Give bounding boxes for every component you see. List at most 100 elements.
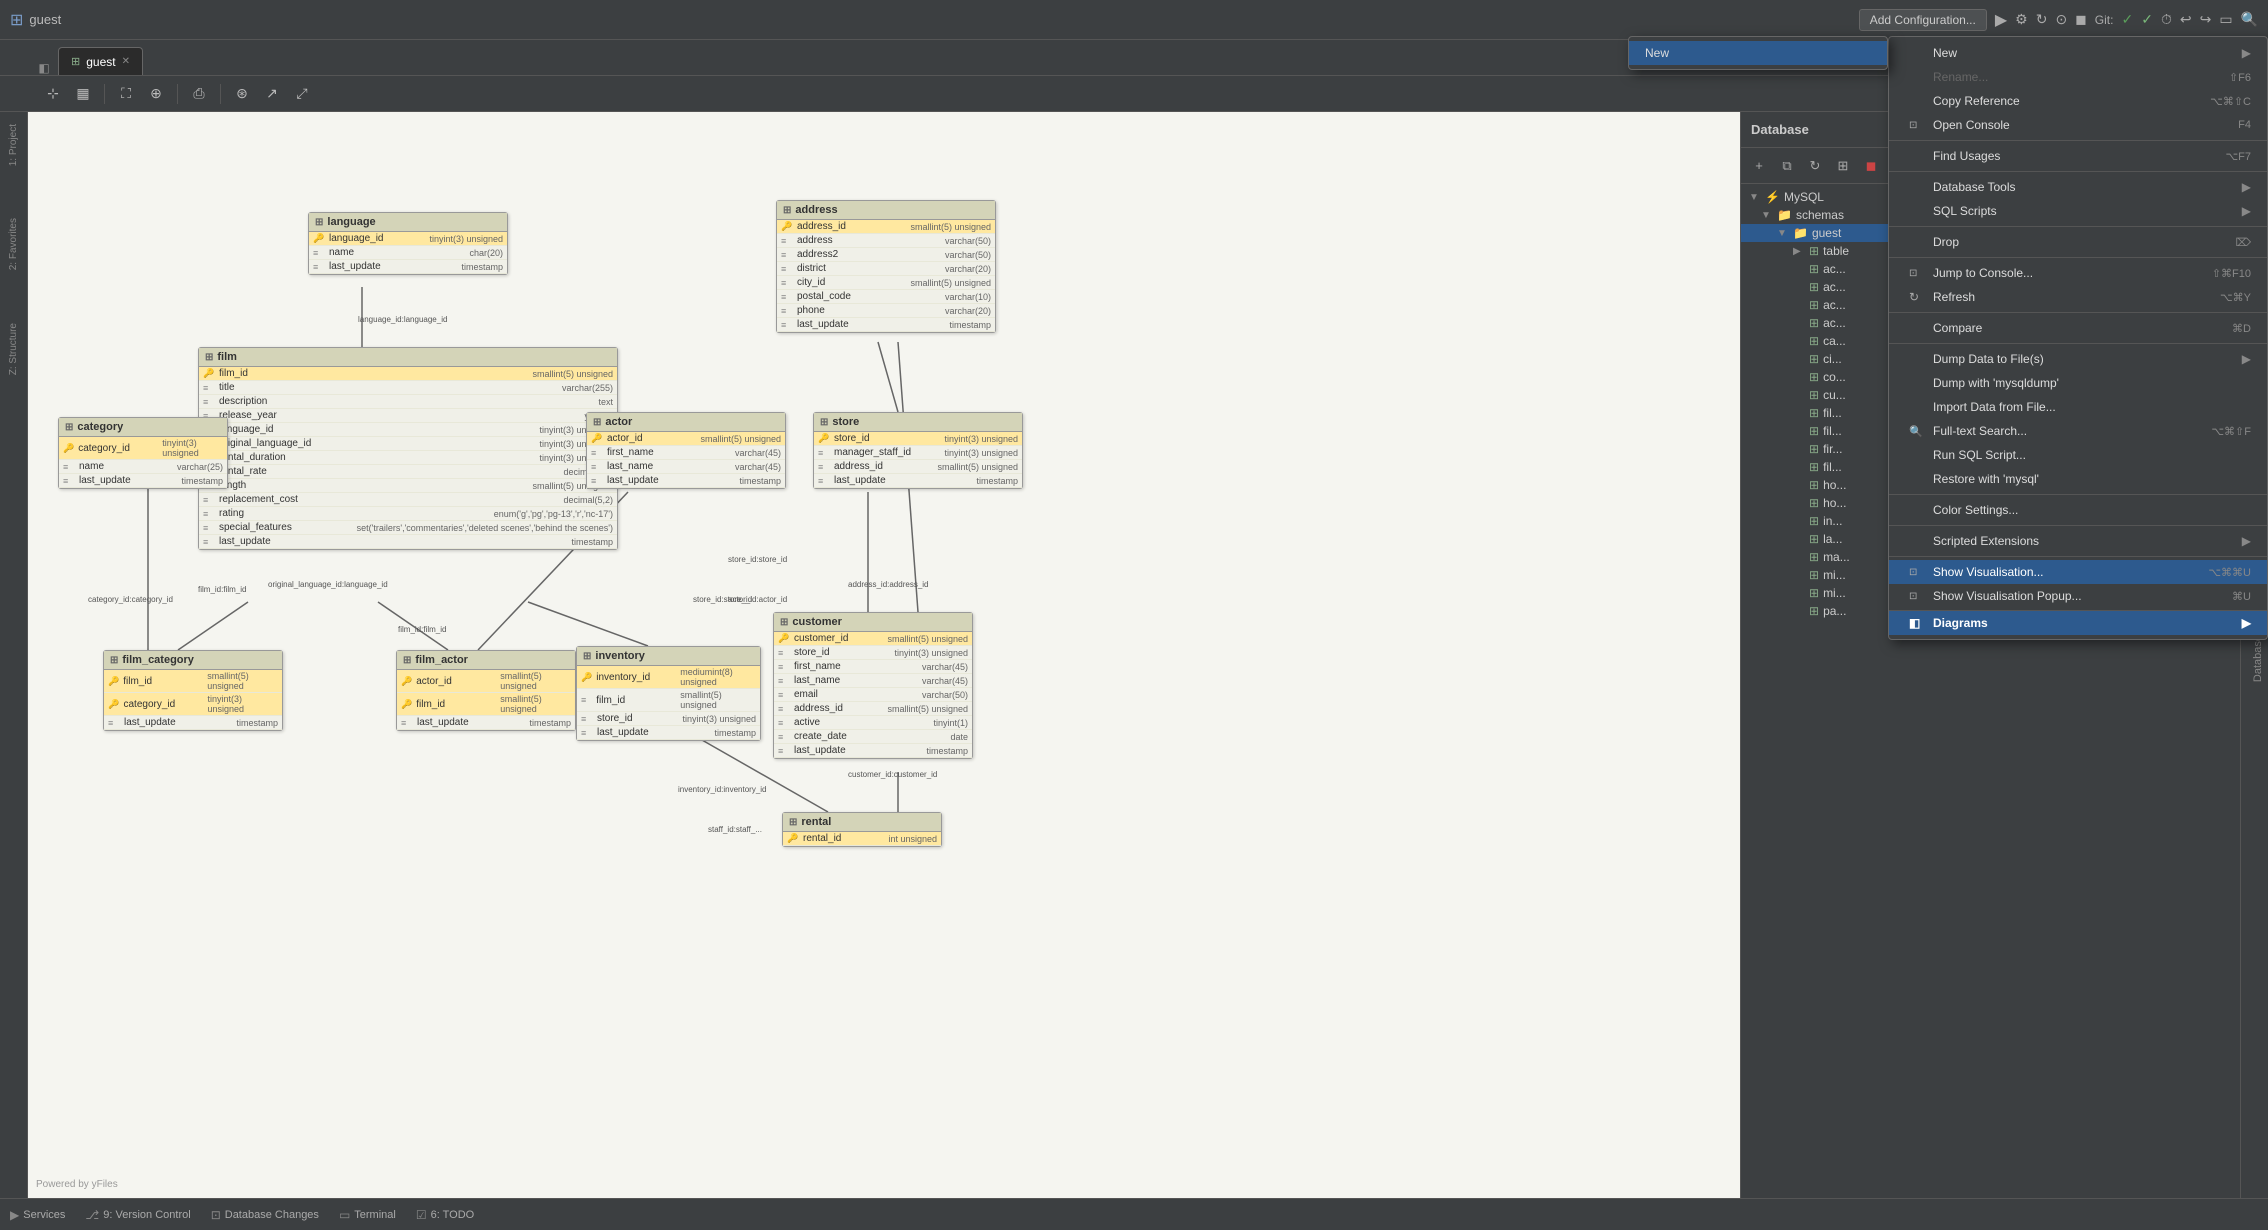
stop-db-button[interactable]: ◼ — [1859, 154, 1883, 178]
ctx-sql-arrow: ▶ — [2242, 204, 2251, 218]
coverage-icon[interactable]: ⊙ — [2055, 11, 2067, 28]
ctx-show-vis-popup-label: Show Visualisation Popup... — [1933, 589, 2082, 603]
terminal-status[interactable]: ▭ Terminal — [339, 1208, 396, 1222]
git-history-icon[interactable]: ⏱ — [2161, 11, 2172, 28]
git-redo-icon[interactable]: ↪ — [2200, 11, 2212, 28]
print-button[interactable]: ⎙ — [186, 81, 212, 107]
new-submenu-new[interactable]: New — [1629, 41, 1887, 65]
ctx-dump-mysqldump[interactable]: Dump with 'mysqldump' — [1889, 371, 2267, 395]
svg-text:inventory_id:inventory_id: inventory_id:inventory_id — [678, 785, 767, 794]
build-icon[interactable]: ⚙ — [2015, 11, 2028, 28]
terminal-status-icon: ▭ — [339, 1208, 350, 1222]
structure-panel-label[interactable]: Z: Structure — [6, 319, 21, 379]
services-label: Services — [23, 1209, 65, 1221]
ctx-compare[interactable]: Compare ⌘D — [1889, 316, 2267, 340]
git-push-icon[interactable]: ✓ — [2141, 11, 2153, 28]
todo-status[interactable]: ☑ 6: TODO — [416, 1208, 474, 1222]
ctx-restore[interactable]: Restore with 'mysql' — [1889, 467, 2267, 491]
ctx-copy-ref-label: Copy Reference — [1933, 94, 2020, 108]
svg-text:language_id:language_id: language_id:language_id — [358, 315, 447, 324]
add-datasource-button[interactable]: + — [1747, 154, 1771, 178]
ctx-color-settings[interactable]: Color Settings... — [1889, 498, 2267, 522]
ctx-run-sql[interactable]: Run SQL Script... — [1889, 443, 2267, 467]
table-tool-button[interactable]: ▦ — [70, 81, 96, 107]
table-language-name: language — [327, 216, 375, 228]
statusbar: ▶ Services ⎇ 9: Version Control ⊡ Databa… — [0, 1198, 2268, 1230]
ctx-sep-8 — [1889, 525, 2267, 526]
ctx-sql-scripts[interactable]: SQL Scripts ▶ — [1889, 199, 2267, 223]
svg-text:staff_id:staff_...: staff_id:staff_... — [708, 825, 762, 834]
ctx-dump-data[interactable]: Dump Data to File(s) ▶ — [1889, 347, 2267, 371]
table-language: ⊞language 🔑language_idtinyint(3) unsigne… — [308, 212, 508, 275]
ctx-sep-1 — [1889, 140, 2267, 141]
ctx-new-arrow: ▶ — [2242, 46, 2251, 60]
ctx-restore-label: Restore with 'mysql' — [1933, 472, 2039, 486]
layout-button[interactable]: ⊛ — [229, 81, 255, 107]
database-changes-status[interactable]: ⊡ Database Changes — [211, 1208, 319, 1222]
ctx-import-label: Import Data from File... — [1933, 400, 2056, 414]
schema-button[interactable]: ⊞ — [1831, 154, 1855, 178]
ctx-drop[interactable]: Drop ⌦ — [1889, 230, 2267, 254]
ctx-rename-label: Rename... — [1933, 70, 1988, 84]
ctx-import-data[interactable]: Import Data from File... — [1889, 395, 2267, 419]
app-icon: ⊞ — [10, 10, 23, 30]
services-status[interactable]: ▶ Services — [10, 1208, 65, 1222]
ctx-db-tools[interactable]: Database Tools ▶ — [1889, 175, 2267, 199]
git-undo-icon[interactable]: ↩ — [2180, 11, 2192, 28]
select-tool-button[interactable]: ⊹ — [40, 81, 66, 107]
svg-text:customer_id:customer_id: customer_id:customer_id — [848, 770, 937, 779]
title-text: guest — [29, 12, 1858, 27]
table-actor-name: actor — [605, 416, 632, 428]
project-panel-label[interactable]: 1: Project — [6, 120, 21, 170]
project-icon[interactable]: ◧ — [38, 61, 49, 75]
table-customer-name: customer — [792, 616, 842, 628]
run-icon[interactable]: ▶ — [1995, 10, 2007, 30]
svg-text:category_id:category_id: category_id:category_id — [88, 595, 173, 604]
svg-text:store_id:store_id: store_id:store_id — [728, 555, 787, 564]
stop-icon[interactable]: ◼ — [2075, 11, 2087, 28]
version-control-status[interactable]: ⎇ 9: Version Control — [85, 1208, 190, 1222]
ctx-diagrams[interactable]: ◧ Diagrams ▶ — [1889, 610, 2267, 635]
ctx-dump-arrow: ▶ — [2242, 352, 2251, 366]
ctx-scripted-label: Scripted Extensions — [1933, 534, 2039, 548]
database-panel-title: Database — [1751, 122, 1809, 137]
zoom-in-button[interactable]: ⊕ — [143, 81, 169, 107]
refresh-db-button[interactable]: ↻ — [1803, 154, 1827, 178]
ctx-dump-mysql-label: Dump with 'mysqldump' — [1933, 376, 2059, 390]
copy-button[interactable]: ⧉ — [1775, 154, 1799, 178]
left-sidebar: 1: Project 2: Favorites Z: Structure — [0, 112, 28, 1198]
ctx-new[interactable]: New ▶ — [1889, 41, 2267, 65]
ctx-rename[interactable]: Rename... ⇧F6 — [1889, 65, 2267, 89]
git-check-icon[interactable]: ✓ — [2121, 11, 2133, 28]
ctx-scripted-ext[interactable]: Scripted Extensions ▶ — [1889, 529, 2267, 553]
ctx-show-vis-popup[interactable]: ⊡ Show Visualisation Popup... ⌘U — [1889, 584, 2267, 608]
table-film: ⊞film 🔑film_idsmallint(5) unsigned ≡titl… — [198, 347, 618, 550]
search-icon[interactable]: 🔍 — [2241, 11, 2258, 28]
ctx-jump-console[interactable]: ⊡ Jump to Console... ⇧⌘F10 — [1889, 261, 2267, 285]
tab-label: guest — [86, 55, 115, 69]
ctx-jump-icon: ⊡ — [1909, 268, 1925, 279]
titlebar-right: Add Configuration... ▶ ⚙ ↻ ⊙ ◼ Git: ✓ ✓ … — [1859, 9, 2258, 31]
ctx-copy-ref[interactable]: Copy Reference ⌥⌘⇧C — [1889, 89, 2267, 113]
ctx-compare-label: Compare — [1933, 321, 1982, 335]
ctx-refresh[interactable]: ↻ Refresh ⌥⌘Y — [1889, 285, 2267, 309]
version-control-icon: ⎇ — [85, 1208, 99, 1222]
services-icon: ▶ — [10, 1208, 19, 1222]
ctx-open-console[interactable]: ⊡ Open Console F4 — [1889, 113, 2267, 137]
terminal-icon[interactable]: ▭ — [2219, 11, 2232, 28]
export-button[interactable]: ↗ — [259, 81, 285, 107]
guest-tab[interactable]: ⊞ guest ✕ — [58, 47, 143, 75]
ctx-find-usages[interactable]: Find Usages ⌥F7 — [1889, 144, 2267, 168]
favorites-panel-label[interactable]: 2: Favorites — [6, 214, 21, 274]
fit-button[interactable]: ⤢ — [289, 81, 315, 107]
database-changes-icon: ⊡ — [211, 1208, 221, 1222]
reload-icon[interactable]: ↻ — [2036, 11, 2048, 28]
ctx-fulltext[interactable]: 🔍 Full-text Search... ⌥⌘⇧F — [1889, 419, 2267, 443]
ctx-show-vis[interactable]: ⊡ Show Visualisation... ⌥⌘⌘U — [1889, 560, 2267, 584]
add-config-button[interactable]: Add Configuration... — [1859, 9, 1987, 31]
ctx-sep-6 — [1889, 343, 2267, 344]
tab-close-icon[interactable]: ✕ — [122, 56, 130, 67]
powered-by-label: Powered by yFiles — [36, 1179, 118, 1190]
expand-button[interactable]: ⛶ — [113, 81, 139, 107]
git-label: Git: — [2095, 13, 2114, 27]
